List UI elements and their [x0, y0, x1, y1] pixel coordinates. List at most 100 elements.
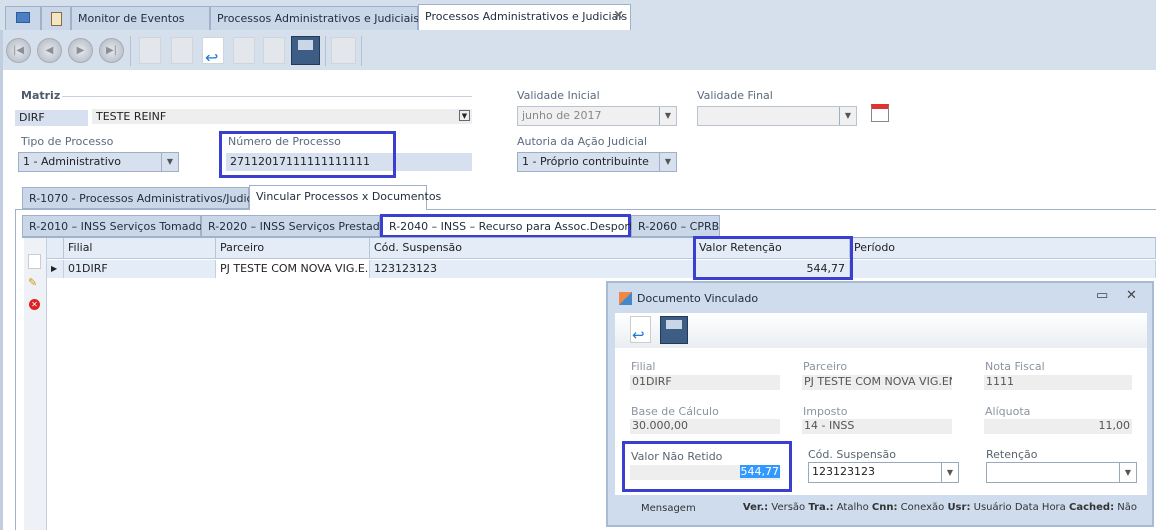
cod-suspensao-label: Cód. Suspensão [808, 448, 896, 461]
nota-fiscal-field: 1111 [984, 375, 1132, 390]
retencao-label: Retenção [986, 448, 1038, 461]
table-cell-filial[interactable]: 01DIRF [64, 260, 216, 278]
forward-document-icon[interactable] [263, 37, 285, 64]
status-cached: Não [1117, 502, 1137, 513]
validade-inicial-combo[interactable]: junho de 2017 ▼ [517, 106, 677, 126]
edit-row-icon[interactable]: ✎ [28, 276, 41, 289]
tab-bar: Monitor de Eventos Processos Administrat… [0, 0, 1156, 31]
table-cell-periodo[interactable] [850, 260, 1156, 278]
status-cached-key: Cached: [1069, 502, 1115, 513]
tab-vincular[interactable]: Vincular Processos x Documentos [249, 185, 441, 210]
column-header-cod-suspensao[interactable]: Cód. Suspensão [370, 238, 695, 259]
grid-side-toolbar: ✎ ✕ [24, 238, 47, 530]
new-document-icon[interactable] [139, 37, 161, 64]
tab-r2010[interactable]: R-2010 – INSS Serviços Tomados [22, 215, 208, 237]
base-calculo-label: Base de Cálculo [631, 405, 719, 418]
tab-r2040-active[interactable]: R-2040 – INSS – Recurso para Assoc.Despo… [380, 214, 650, 238]
panel-left-border [15, 209, 16, 530]
status-data: Data [1014, 502, 1039, 513]
tab-processos-active[interactable]: Processos Administrativos e Judiciais × [418, 4, 631, 31]
highlight-box [219, 131, 396, 178]
autoria-value: 1 - Próprio contribuinte [522, 155, 649, 168]
base-calculo-field: 30.000,00 [630, 419, 780, 434]
chevron-down-icon[interactable]: ▼ [659, 107, 676, 125]
table-cell-parceiro[interactable]: PJ TESTE COM NOVA VIG.E... [216, 260, 370, 278]
tipo-processo-value: 1 - Administrativo [23, 155, 121, 168]
chevron-down-icon[interactable]: ▼ [839, 107, 856, 125]
status-ver-key: Ver.: [742, 502, 769, 513]
status-tra-key: Tra.: [808, 502, 834, 513]
status-usr: Usuário [973, 502, 1012, 513]
calendar-icon[interactable] [871, 104, 889, 122]
tab-panel-border [15, 209, 1156, 210]
validade-final-label: Validade Final [697, 89, 773, 102]
cancel-document-icon[interactable] [233, 37, 255, 64]
lock-icon[interactable] [331, 37, 356, 64]
autoria-combo[interactable]: 1 - Próprio contribuinte ▼ [517, 152, 677, 172]
tab-clipboard[interactable] [41, 6, 71, 30]
chevron-down-icon[interactable]: ▼ [659, 153, 676, 171]
matriz-name-combo[interactable]: TESTE REINF ▼ [92, 109, 472, 124]
aliquota-label: Alíquota [985, 405, 1031, 418]
close-icon[interactable]: ✕ [1126, 288, 1137, 303]
imposto-field: 14 - INSS [802, 419, 952, 434]
dialog-toolbar: ↩ [615, 313, 1147, 348]
highlight-box [693, 236, 853, 280]
new-row-icon[interactable] [28, 254, 41, 269]
tab-processos-1[interactable]: Processos Administrativos e Judiciais [210, 6, 419, 30]
status-mensagem: Mensagem [641, 503, 696, 514]
status-usr-key: Usr: [947, 502, 971, 513]
tab-r2060[interactable]: R-2060 – CPRB [631, 215, 720, 237]
chevron-down-icon[interactable]: ▼ [941, 463, 958, 482]
tab-r1070[interactable]: R-1070 - Processos Administrativos/Judic… [22, 187, 271, 209]
minimize-icon[interactable]: ▭ [1096, 288, 1108, 303]
status-tra: Atalho [836, 502, 869, 513]
validade-inicial-label: Validade Inicial [517, 89, 600, 102]
table-cell-cod-suspensao[interactable]: 123123123 [370, 260, 695, 278]
column-header-parceiro[interactable]: Parceiro [216, 238, 370, 259]
previous-record-button[interactable]: ◀ [37, 38, 62, 63]
last-record-button[interactable]: ▶| [99, 38, 124, 63]
validade-inicial-value: junho de 2017 [522, 109, 602, 122]
tab-label: Processos Administrativos e Judiciais [425, 10, 628, 23]
save-icon[interactable] [660, 316, 688, 344]
validade-final-combo[interactable]: ▼ [697, 106, 857, 126]
chevron-down-icon[interactable]: ▼ [1119, 463, 1136, 482]
undo-icon[interactable]: ↩ [630, 316, 651, 344]
tab-monitor-eventos[interactable]: Monitor de Eventos [71, 6, 210, 30]
column-header-filial[interactable]: Filial [64, 238, 216, 259]
status-bar: Mensagem Ver.: Versão Tra.: Atalho Cnn: … [615, 495, 1147, 519]
dialog-title: Documento Vinculado [637, 292, 759, 305]
first-record-button[interactable]: |◀ [6, 38, 31, 63]
matriz-label: Matriz [21, 89, 61, 102]
grid-icon [16, 12, 30, 23]
separator [325, 36, 326, 66]
next-record-button[interactable]: ▶ [68, 38, 93, 63]
tab-grid-icon[interactable] [5, 6, 41, 30]
tipo-processo-combo[interactable]: 1 - Administrativo ▼ [18, 152, 179, 172]
chevron-down-icon[interactable]: ▼ [161, 153, 178, 171]
edit-document-icon[interactable] [171, 37, 193, 64]
status-ver: Versão [771, 502, 806, 513]
imposto-label: Imposto [803, 405, 848, 418]
undo-document-icon[interactable]: ↩ [202, 37, 224, 67]
filial-field: 01DIRF [630, 375, 780, 390]
clipboard-icon [51, 12, 62, 26]
divider [62, 96, 472, 97]
tipo-processo-label: Tipo de Processo [21, 135, 114, 148]
parceiro-label: Parceiro [803, 360, 848, 373]
status-cnn: Conexão [900, 502, 945, 513]
row-indicator-icon[interactable]: ▶ [47, 260, 64, 278]
aliquota-field: 11,00 [984, 419, 1132, 434]
delete-row-icon[interactable]: ✕ [29, 299, 40, 310]
cod-suspensao-value: 123123123 [812, 465, 875, 478]
cod-suspensao-combo[interactable]: 123123123 ▼ [808, 462, 959, 483]
retencao-combo[interactable]: ▼ [986, 462, 1137, 483]
status-cnn-key: Cnn: [871, 502, 898, 513]
chevron-down-icon[interactable]: ▼ [459, 110, 470, 121]
column-header-periodo[interactable]: Período [850, 238, 1156, 259]
status-hora: Hora [1041, 502, 1066, 513]
close-icon[interactable]: × [613, 8, 624, 23]
save-icon[interactable] [291, 36, 320, 65]
tab-r2020[interactable]: R-2020 – INSS Serviços Prestados [201, 215, 392, 237]
